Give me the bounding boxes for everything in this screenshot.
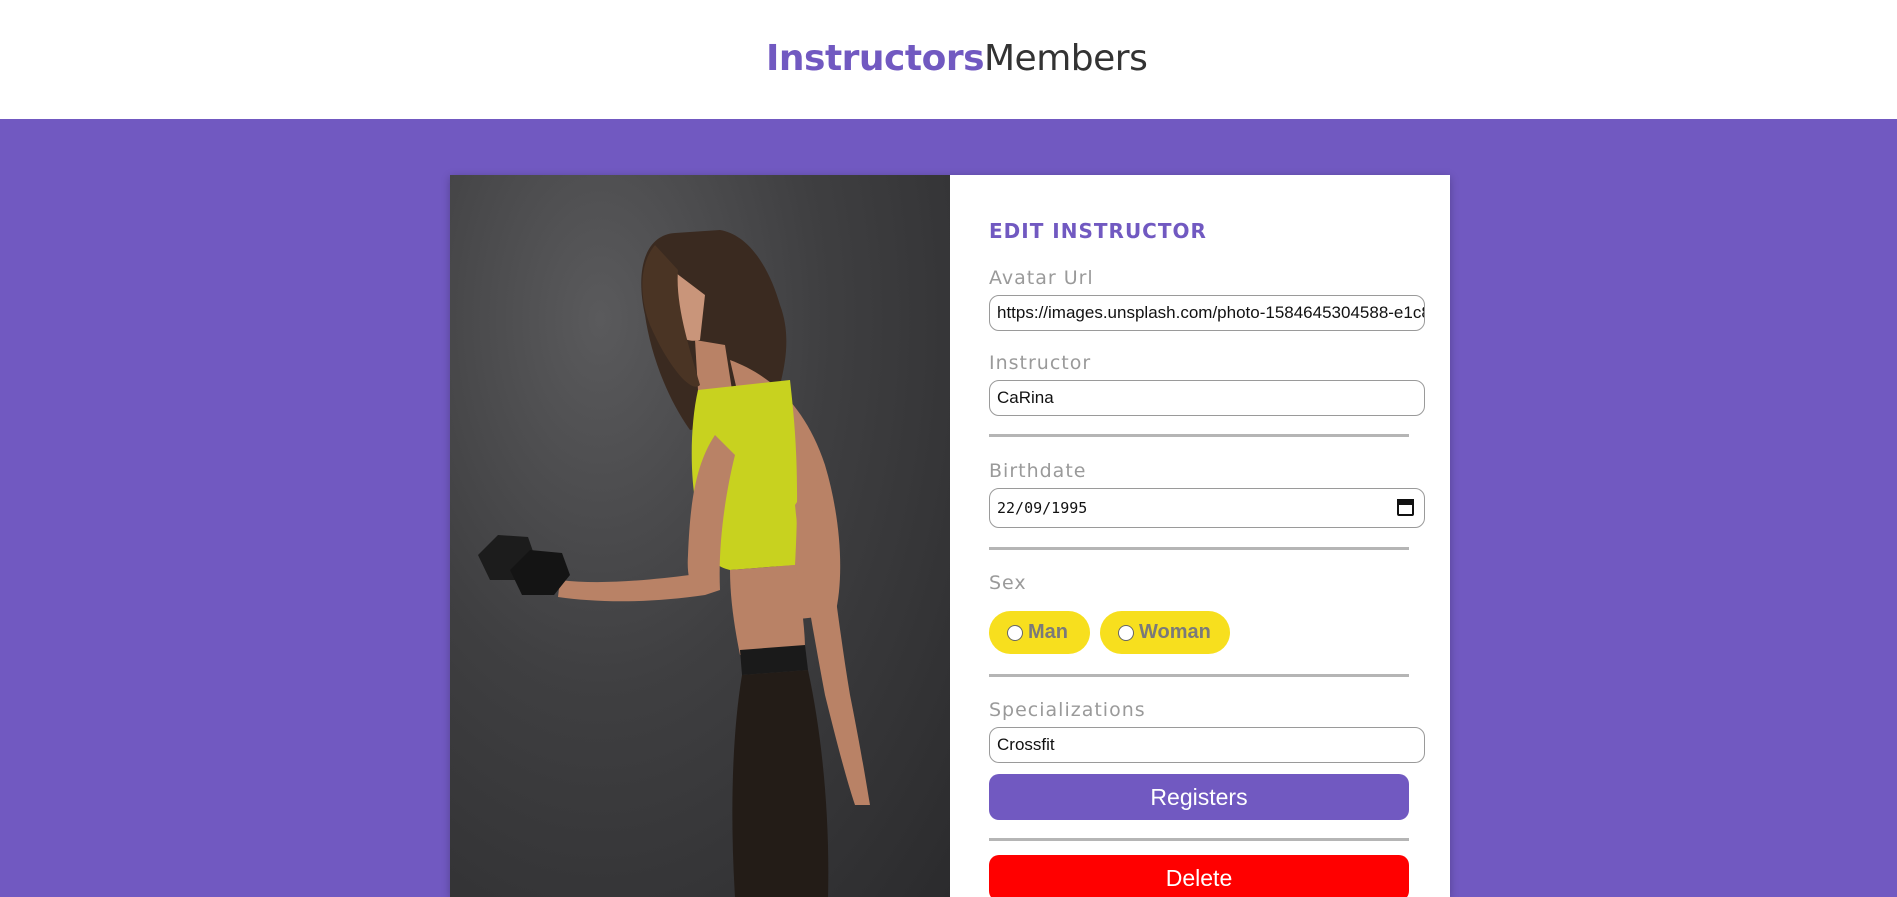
birthdate-value: 22/09/1995 <box>997 499 1088 517</box>
instructor-label: Instructor <box>989 352 1092 374</box>
divider <box>989 547 1409 550</box>
sex-label: Sex <box>989 572 1027 594</box>
radio-woman[interactable] <box>1118 624 1134 641</box>
edit-instructor-form: EDIT INSTRUCTOR Avatar Url https://image… <box>989 175 1429 897</box>
avatar-url-label: Avatar Url <box>989 267 1094 289</box>
nav-link-members[interactable]: Members <box>984 38 1148 79</box>
divider <box>989 674 1409 677</box>
divider <box>989 838 1409 841</box>
birthdate-label: Birthdate <box>989 460 1087 482</box>
calendar-icon[interactable] <box>1397 499 1414 516</box>
form-title: EDIT INSTRUCTOR <box>989 219 1207 243</box>
register-button[interactable]: Registers <box>989 774 1409 820</box>
avatar-url-input[interactable]: https://images.unsplash.com/photo-158464… <box>989 295 1425 331</box>
sex-option-woman[interactable]: Woman <box>1100 611 1230 654</box>
sex-option-man[interactable]: Man <box>989 611 1090 654</box>
instructor-input[interactable]: CaRina <box>989 380 1425 416</box>
instructor-avatar-image <box>450 175 950 897</box>
nav-link-instructors[interactable]: Instructors <box>766 38 985 79</box>
instructor-card: EDIT INSTRUCTOR Avatar Url https://image… <box>450 175 1450 897</box>
sex-option-label: Man <box>1028 621 1068 643</box>
divider <box>989 434 1409 437</box>
specializations-label: Specializations <box>989 699 1146 721</box>
specializations-input[interactable]: Crossfit <box>989 727 1425 763</box>
radio-man[interactable] <box>1007 624 1023 641</box>
top-navigation: Instructors Members <box>0 0 1897 119</box>
sex-option-label: Woman <box>1139 621 1211 643</box>
birthdate-input[interactable]: 22/09/1995 <box>989 488 1425 528</box>
delete-button[interactable]: Delete <box>989 855 1409 897</box>
